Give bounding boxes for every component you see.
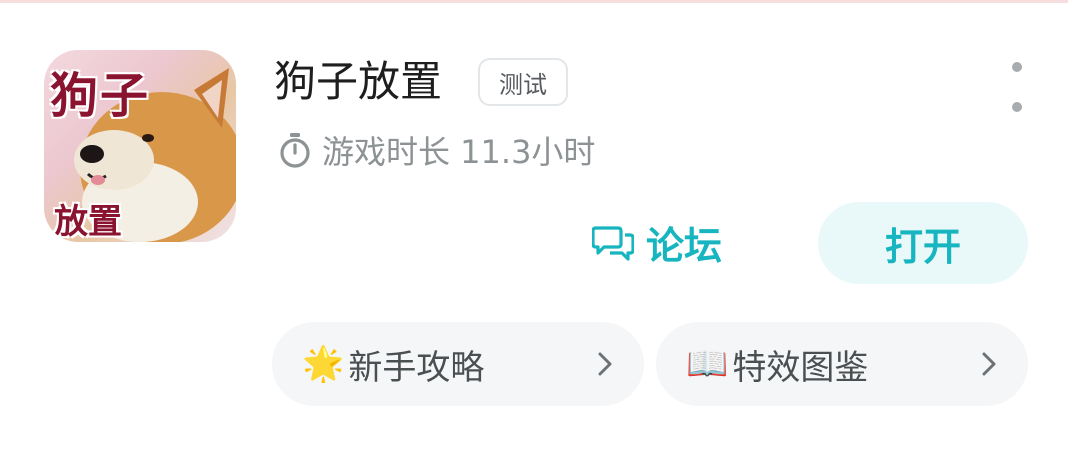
more-menu-button[interactable]	[1004, 62, 1030, 112]
test-badge: 测试	[478, 58, 568, 106]
open-button[interactable]: 打开	[818, 202, 1028, 284]
chevron-right-icon	[598, 352, 612, 376]
more-dot-icon	[1012, 102, 1022, 112]
playtime-row: 游戏时长 11.3小时	[278, 128, 595, 172]
forum-label: 论坛	[646, 223, 723, 268]
shortcut-label: 特效图鉴	[732, 347, 869, 388]
top-divider	[0, 0, 1068, 3]
book-icon: 📖	[686, 344, 729, 384]
app-icon-sub-text: 放置	[54, 202, 122, 242]
game-title: 狗子放置	[274, 57, 443, 106]
app-icon[interactable]: 狗子 放置	[44, 50, 236, 242]
chevron-right-icon	[982, 352, 996, 376]
shortcut-beginner-guide[interactable]: 🌟 新手攻略	[272, 322, 644, 406]
playtime-text: 游戏时长 11.3小时	[322, 133, 596, 171]
star-icon: 🌟	[302, 344, 345, 384]
more-dot-icon	[1012, 62, 1022, 72]
shortcut-effects-gallery[interactable]: 📖 特效图鉴	[656, 322, 1028, 406]
chat-bubbles-icon	[592, 226, 634, 261]
app-icon-title-text: 狗子	[50, 68, 151, 124]
stopwatch-icon	[280, 133, 310, 168]
shortcut-label: 新手攻略	[348, 347, 485, 388]
forum-button[interactable]: 论坛	[592, 212, 722, 272]
